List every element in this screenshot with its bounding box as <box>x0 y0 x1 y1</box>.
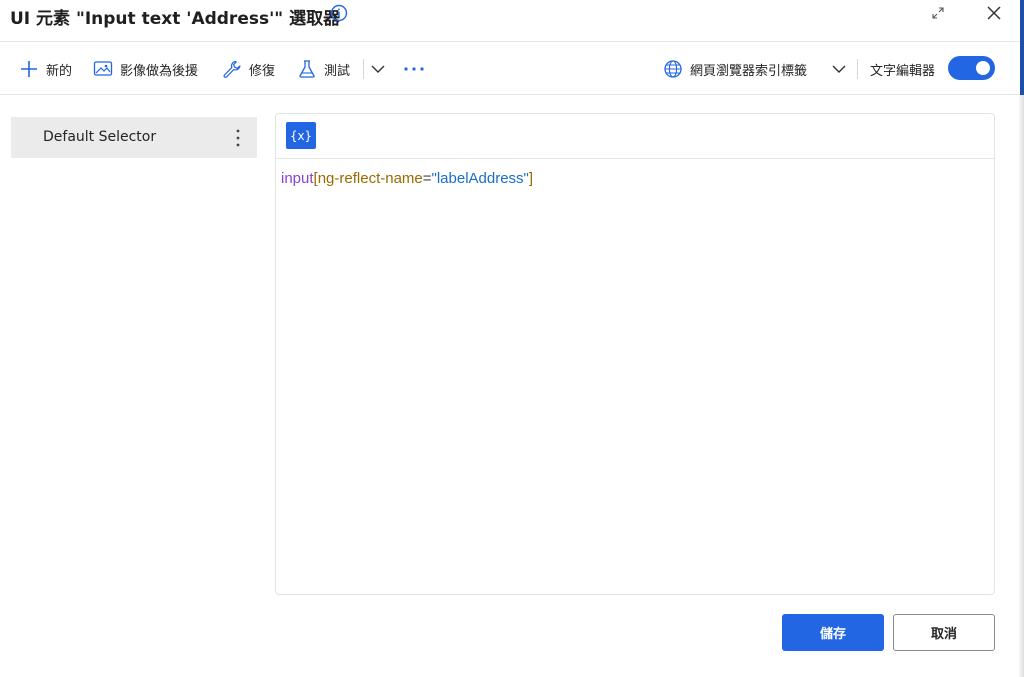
more-options-button[interactable] <box>403 57 432 81</box>
browser-tab-dropdown[interactable] <box>831 57 854 81</box>
repair-label: 修復 <box>249 63 276 79</box>
more-vertical-icon[interactable] <box>234 128 242 148</box>
expand-icon[interactable] <box>931 6 945 20</box>
browser-tab-button[interactable]: 網頁瀏覽器索引標籤 <box>663 57 807 81</box>
text-editor-toggle[interactable] <box>948 56 995 80</box>
wrench-icon <box>223 60 241 78</box>
dialog-title: UI 元素 "Input text 'Address'" 選取器 <box>10 9 341 29</box>
browser-tab-label: 網頁瀏覽器索引標籤 <box>690 63 808 79</box>
selector-label: Default Selector <box>43 129 157 145</box>
new-button[interactable]: 新的 <box>19 57 72 81</box>
insert-variable-button[interactable]: {x} <box>286 122 316 149</box>
code-tag: input <box>281 170 314 187</box>
close-icon[interactable] <box>987 6 1001 20</box>
toolbar-divider <box>363 59 364 79</box>
code-equals: = <box>422 170 432 187</box>
code-value: "labelAddress" <box>431 170 529 187</box>
chevron-down-icon <box>371 65 385 73</box>
test-dropdown-button[interactable] <box>370 57 393 81</box>
cancel-button[interactable]: 取消 <box>893 614 995 651</box>
globe-icon <box>664 60 682 78</box>
save-button[interactable]: 儲存 <box>782 614 884 651</box>
toolbar: 新的 影像做為後援 修復 測試 網頁瀏覽器索引標籤 文字編輯器 <box>0 43 1024 95</box>
info-icon[interactable] <box>330 4 348 22</box>
image-icon <box>93 61 113 76</box>
selector-text-editor[interactable]: {x} input[ng-reflect-name="labelAddress"… <box>275 113 995 595</box>
editor-toolbar: {x} <box>276 114 994 159</box>
more-horizontal-icon <box>404 67 424 71</box>
toolbar-divider <box>857 59 858 79</box>
new-button-label: 新的 <box>46 63 73 79</box>
selector-code[interactable]: input[ng-reflect-name="labelAddress"] <box>281 170 533 187</box>
dialog-titlebar: UI 元素 "Input text 'Address'" 選取器 <box>0 0 1024 42</box>
plus-icon <box>21 61 37 77</box>
flask-icon <box>299 60 315 78</box>
text-editor-label: 文字編輯器 <box>870 63 936 79</box>
code-close-bracket: ] <box>528 170 534 187</box>
window-edge-shadow <box>1018 95 1024 677</box>
window-edge <box>1020 0 1024 95</box>
test-label: 測試 <box>324 63 351 79</box>
image-fallback-label: 影像做為後援 <box>120 63 199 79</box>
repair-button[interactable]: 修復 <box>222 57 275 81</box>
test-button[interactable]: 測試 <box>297 57 350 81</box>
selector-list-item[interactable]: Default Selector <box>11 117 257 158</box>
code-attribute: ng-reflect-name <box>317 170 423 187</box>
chevron-down-icon <box>832 65 846 73</box>
image-fallback-button[interactable]: 影像做為後援 <box>93 57 198 81</box>
toggle-knob <box>976 61 990 75</box>
